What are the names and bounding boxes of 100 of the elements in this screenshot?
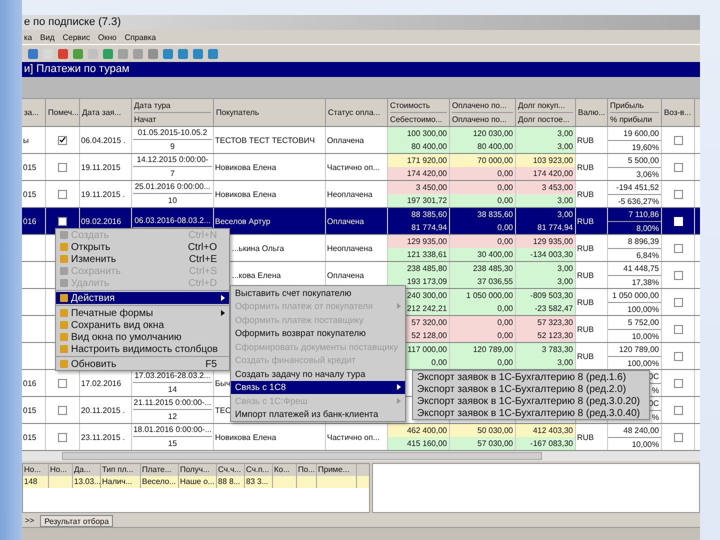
table-cell: 0,00: [450, 167, 515, 180]
table-cell-text: 15: [167, 438, 178, 450]
table-cell: Оплачена: [327, 216, 364, 226]
table-cell-text: 14: [167, 384, 178, 396]
table-cell: 1 050 000,00: [608, 289, 661, 303]
table-cell: ТЕС: [215, 406, 231, 414]
table-cell: Веселов Артур: [215, 216, 270, 226]
table-cell: RUB: [577, 136, 594, 144]
document-title: и] Платежи по турам: [24, 63, 130, 75]
table-cell: 129 935,00: [516, 235, 575, 248]
table-cell: ...кова Елена: [232, 270, 281, 280]
table-cell: 83 3...: [246, 477, 268, 486]
table-cell-text: 9: [169, 140, 176, 153]
table-cell: 193 173,09: [388, 275, 449, 288]
table-cell: RUB: [577, 190, 594, 198]
table-cell: 412 403,30: [516, 424, 575, 437]
table-cell: 0,00: [450, 194, 515, 207]
table-cell: 13.03...: [74, 477, 100, 486]
table-cell: 80 400,00: [450, 140, 515, 153]
table-cell: 129 935,00: [388, 235, 449, 248]
table-cell-text: 6,84%: [635, 250, 660, 261]
table-cell-text: 0,00: [496, 222, 514, 234]
table-cell: ТЕСТОВ ТЕСТ ТЕСТОВИЧ: [215, 136, 315, 144]
table-cell: 015: [23, 190, 36, 198]
table-cell: 0,00: [450, 356, 515, 369]
table-cell: 3,00: [516, 356, 575, 369]
table-cell: Весело...: [142, 477, 176, 486]
table-cell: -167 083,30: [516, 437, 575, 450]
table-cell: 17.02.2016: [81, 378, 122, 388]
table-cell: 0,00: [450, 329, 515, 342]
table-cell: RUB: [577, 432, 594, 442]
table-cell-text: 10,00%: [630, 331, 660, 342]
table-cell: 01.05.2015-10.05.2: [133, 127, 212, 140]
table-cell: 015: [23, 406, 36, 414]
table-cell: 20.11.2015 .: [81, 406, 125, 414]
table-cell: ы: [23, 136, 29, 144]
table-cell: Частично оп...: [327, 162, 380, 172]
table-cell: 238 485,80: [388, 262, 449, 275]
table-cell: 57 030,00: [450, 437, 515, 450]
table-cell: 19 600,00: [608, 127, 661, 141]
table-cell-text: 3,00: [556, 209, 574, 221]
table-cell-text: 12: [167, 410, 178, 423]
table-cell: RUB: [577, 324, 594, 334]
table-cell: -23 582,47: [516, 302, 575, 315]
table-cell-text: 17,38%: [630, 277, 660, 288]
table-cell: 3,00: [516, 275, 575, 288]
table-cell: 3,00: [516, 127, 575, 140]
table-cell: Новикова Елена: [215, 162, 276, 172]
table-cell: 1 050 000,00: [450, 289, 515, 302]
table-cell-text: 3,06%: [635, 169, 660, 180]
table-cell: 100 300,00: [388, 127, 449, 140]
table-cell: Новикова Елена: [215, 190, 276, 198]
table-cell: Оплачена: [327, 270, 364, 280]
table-cell: 37 036,55: [450, 275, 515, 288]
table-cell: 174 420,00: [388, 167, 449, 180]
table-cell: 3,00: [516, 140, 575, 153]
table-cell: -134 003,30: [516, 248, 575, 261]
table-cell: 48 240,00: [608, 424, 661, 438]
table-cell: 80 400,00: [388, 140, 449, 153]
table-cell: 8 896,39: [608, 235, 661, 249]
table-cell: 462 400,00: [388, 424, 449, 437]
table-cell: 5 500,00: [608, 154, 661, 168]
table-cell: 120 030,00: [450, 127, 515, 140]
table-cell: Новикова Елена: [215, 432, 276, 442]
table-cell: 57 323,30: [516, 316, 575, 329]
table-cell: 0,00: [450, 181, 515, 194]
table-cell-text: 100,00%: [626, 358, 660, 369]
table-cell: 50 030,00: [450, 424, 515, 437]
table-cell: 3 783,30: [516, 343, 575, 356]
table-cell: 0,00: [450, 235, 515, 248]
table-cell: RUB: [577, 162, 594, 172]
window-title: е по подписке (7.3): [24, 16, 121, 28]
table-cell: 415 160,00: [388, 437, 449, 450]
table-cell: Частично оп...: [327, 432, 380, 442]
table-cell-text: 38 835,60: [476, 209, 514, 221]
table-cell: Оплачена: [327, 136, 364, 144]
table-cell: 120 789,00: [608, 343, 661, 357]
table-cell: 21.11.2015 0:00:00-...: [133, 397, 212, 410]
table-cell: 3 450,00: [388, 181, 449, 194]
table-cell: 88 8...: [218, 477, 240, 486]
table-cell-text: 10: [167, 194, 178, 207]
table-cell-text: 7: [169, 168, 176, 180]
table-cell: 23.11.2015 .: [81, 432, 125, 442]
table-cell-text: 81 774,94: [536, 222, 574, 234]
table-cell: 09.02.2016: [81, 216, 122, 226]
table-cell: 171 920,00: [388, 154, 449, 167]
table-cell: 016: [23, 216, 36, 226]
table-cell: 41 448,75: [608, 262, 661, 276]
table-cell: 0,00: [450, 302, 515, 315]
table-cell: Налич...: [102, 477, 132, 486]
table-cell-text: -5 636,27%: [617, 196, 660, 207]
table-cell: 14.12.2015 0:00:00-: [133, 154, 212, 168]
table-cell-text: 19,60%: [630, 142, 660, 153]
table-cell: 52 123,30: [516, 329, 575, 342]
table-cell: 30 400,00: [450, 248, 515, 261]
table-cell: 70 000,00: [450, 154, 515, 167]
table-cell-text: 8,00%: [635, 223, 660, 234]
table-cell: 015: [23, 432, 36, 442]
table-cell: 3,00: [516, 262, 575, 275]
table-cell: Неоплачена: [327, 244, 372, 252]
